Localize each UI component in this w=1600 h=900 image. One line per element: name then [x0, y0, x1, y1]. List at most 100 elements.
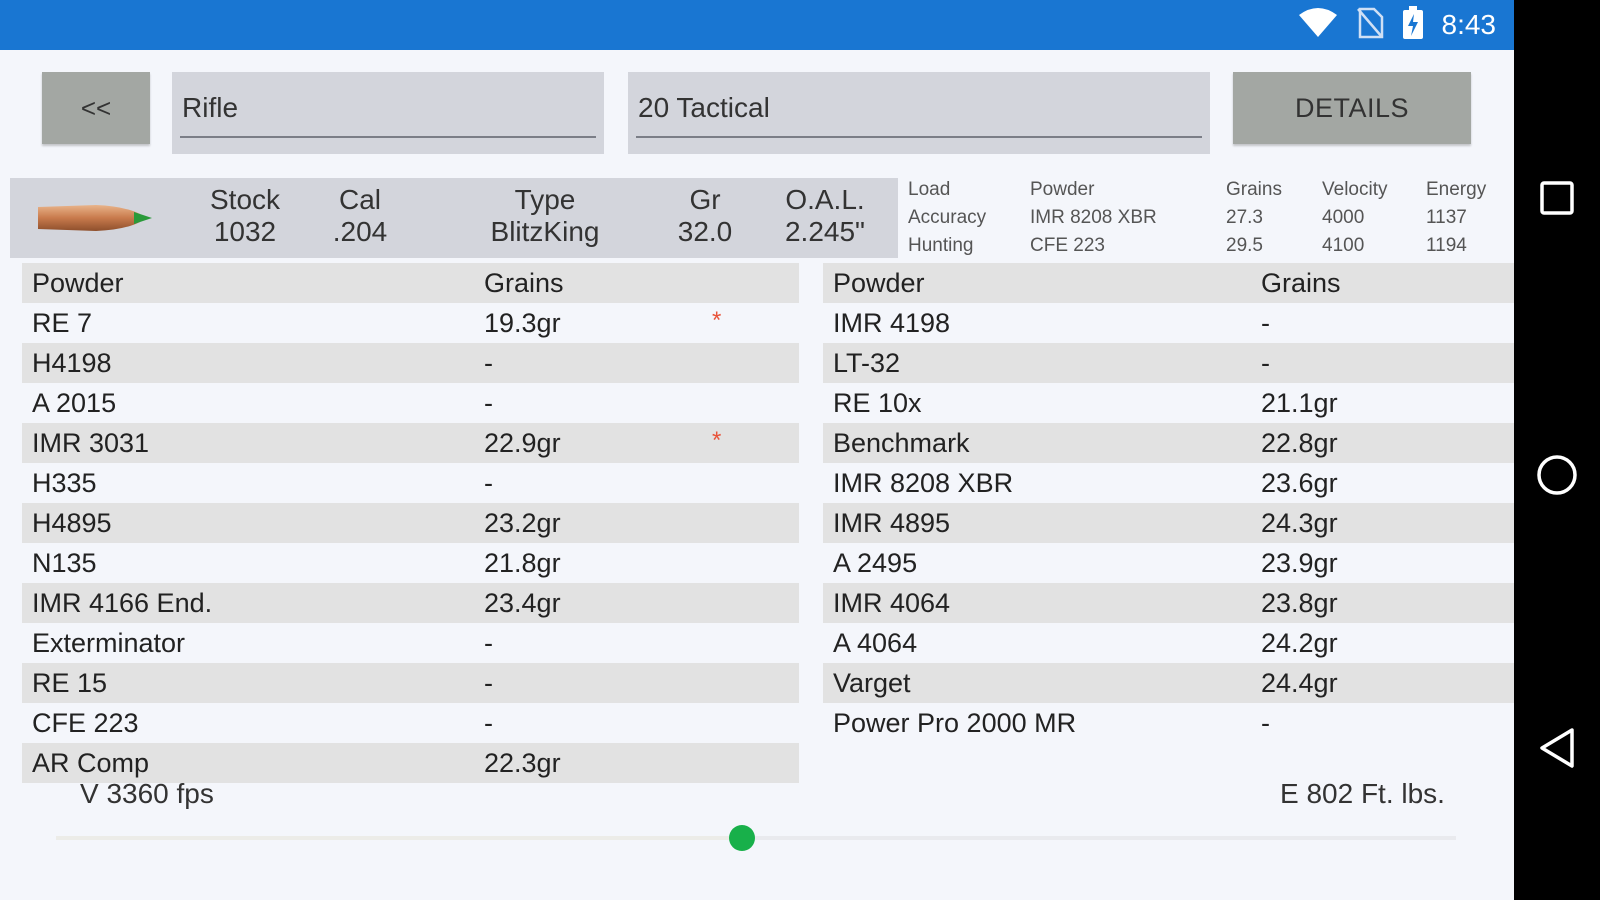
table-row[interactable]: Power Pro 2000 MR - [823, 703, 1556, 743]
table-row[interactable]: H4198 - [22, 343, 799, 383]
header-powder: Powder [833, 268, 925, 298]
table-row[interactable]: IMR 8208 XBR 23.6gr [823, 463, 1556, 503]
stock-info: Stock 1032 [195, 184, 295, 248]
powder-grains: 22.3gr [484, 748, 561, 778]
powder-grains: 24.3gr [1261, 508, 1338, 538]
star-marker: * [712, 307, 722, 334]
powder-grains: 23.4gr [484, 588, 561, 618]
loads-header-energy: Energy [1426, 179, 1487, 200]
loads-col-grains: Grains 27.3 29.5 [1226, 176, 1282, 260]
table-row[interactable]: N135 21.8gr [22, 543, 799, 583]
powder-grains: 23.9gr [1261, 548, 1338, 578]
left-powder-table[interactable]: Powder Grains RE 7 19.3gr * H4198 - A 2015 - IM… [22, 263, 799, 811]
powder-name: RE 7 [32, 308, 93, 338]
grain-info: Gr 32.0 [665, 184, 745, 248]
stock-label: Stock [209, 184, 281, 215]
loads-header-grains: Grains [1226, 179, 1282, 200]
table-row[interactable]: A 2495 23.9gr [823, 543, 1556, 583]
status-bar: 8:43 [0, 0, 1514, 50]
table-row[interactable]: IMR 4895 24.3gr [823, 503, 1556, 543]
type-value: BlitzKing [490, 216, 600, 247]
table-row[interactable]: H335 - [22, 463, 799, 503]
loads-cell: 4100 [1322, 235, 1365, 256]
header-powder: Powder [32, 268, 124, 298]
powder-name: A 4064 [833, 628, 918, 658]
powder-grains: - [484, 668, 493, 698]
table-row[interactable]: RE 10x 21.1gr [823, 383, 1556, 423]
table-row[interactable]: RE 7 19.3gr * [22, 303, 799, 343]
table-row[interactable]: IMR 4166 End. 23.4gr [22, 583, 799, 623]
recommended-loads: Load Accuracy Hunting Powder IMR 8208 XB… [908, 176, 1487, 260]
caliber-value: .204 [332, 216, 388, 247]
table-row[interactable]: AR Comp 22.3gr [22, 743, 799, 783]
loads-header-load: Load [908, 179, 951, 200]
powder-grains: 21.1gr [1261, 388, 1338, 418]
grain-value: 32.0 [677, 216, 733, 247]
velocity-readout: V 3360 fps [80, 778, 214, 809]
powder-name: Exterminator [32, 628, 186, 658]
velocity-slider-thumb[interactable] [729, 825, 755, 851]
powder-grains: 24.4gr [1261, 668, 1338, 698]
table-row[interactable]: IMR 4064 23.8gr [823, 583, 1556, 623]
velocity-slider-track[interactable] [56, 836, 1456, 840]
table-row[interactable]: LT-32 - [823, 343, 1556, 383]
energy-readout: E 802 Ft. lbs. [1280, 778, 1445, 809]
table-row[interactable]: CFE 223 - [22, 703, 799, 743]
powder-grains: - [1261, 708, 1270, 738]
powder-name: IMR 4198 [833, 308, 951, 338]
loads-col-velocity: Velocity 4000 4100 [1322, 176, 1387, 260]
powder-name: IMR 8208 XBR [833, 468, 1014, 498]
oal-value: 2.245" [784, 216, 865, 247]
loads-cell: Accuracy [908, 207, 987, 228]
category-field[interactable]: Rifle [172, 72, 604, 154]
clock: 8:43 [1441, 9, 1497, 40]
powder-grains: 23.8gr [1261, 588, 1338, 618]
caliber-label: Cal [338, 184, 381, 215]
app-content: << Rifle 20 Tactical DETAILS Stock 1032 … [0, 50, 1556, 900]
table-header: Powder Grains [823, 263, 1556, 303]
table-row[interactable]: IMR 4198 - [823, 303, 1556, 343]
home-button[interactable] [1514, 452, 1600, 502]
powder-name: Varget [833, 668, 911, 698]
oal-label: O.A.L. [785, 184, 865, 215]
powder-grains: - [484, 388, 493, 418]
cartridge-underline [636, 136, 1202, 138]
powder-name: LT-32 [833, 348, 901, 378]
loads-col-powder: Powder IMR 8208 XBR CFE 223 [1030, 176, 1157, 260]
navigation-bar [1514, 0, 1600, 900]
powder-grains: - [484, 708, 493, 738]
powder-grains: - [484, 348, 493, 378]
table-row[interactable]: H4895 23.2gr [22, 503, 799, 543]
table-row[interactable]: Exterminator - [22, 623, 799, 663]
powder-grains: 22.8gr [1261, 428, 1338, 458]
table-row[interactable]: Varget 24.4gr [823, 663, 1556, 703]
star-marker: * [712, 427, 722, 454]
back-nav-button[interactable] [1514, 725, 1600, 775]
recents-button[interactable] [1514, 175, 1600, 225]
powder-name: H4198 [32, 348, 112, 378]
table-row[interactable]: A 2015 - [22, 383, 799, 423]
powder-grains: 21.8gr [484, 548, 561, 578]
powder-name: RE 15 [32, 668, 108, 698]
cartridge-field[interactable]: 20 Tactical [628, 72, 1210, 154]
table-row[interactable]: IMR 3031 22.9gr * [22, 423, 799, 463]
loads-header-velocity: Velocity [1322, 179, 1388, 200]
details-button[interactable]: DETAILS [1233, 72, 1471, 144]
back-button[interactable]: << [42, 72, 150, 144]
powder-name: AR Comp [32, 748, 150, 778]
stock-value: 1032 [213, 216, 277, 247]
table-row[interactable]: Benchmark 22.8gr [823, 423, 1556, 463]
header-grains: Grains [484, 268, 564, 298]
header-grains: Grains [1261, 268, 1341, 298]
powder-grains: 23.6gr [1261, 468, 1338, 498]
bullet-icon [36, 200, 152, 241]
loads-col-load: Load Accuracy Hunting [908, 176, 986, 260]
loads-cell: Hunting [908, 235, 974, 256]
powder-name: Power Pro 2000 MR [833, 708, 1077, 738]
loads-header-powder: Powder [1030, 179, 1095, 200]
table-row[interactable]: RE 15 - [22, 663, 799, 703]
powder-name: IMR 4895 [833, 508, 951, 538]
right-powder-table[interactable]: Powder Grains IMR 4198 - LT-32 - RE 10x 21.1g… [823, 263, 1556, 783]
table-header: Powder Grains [22, 263, 799, 303]
table-row[interactable]: A 4064 24.2gr [823, 623, 1556, 663]
